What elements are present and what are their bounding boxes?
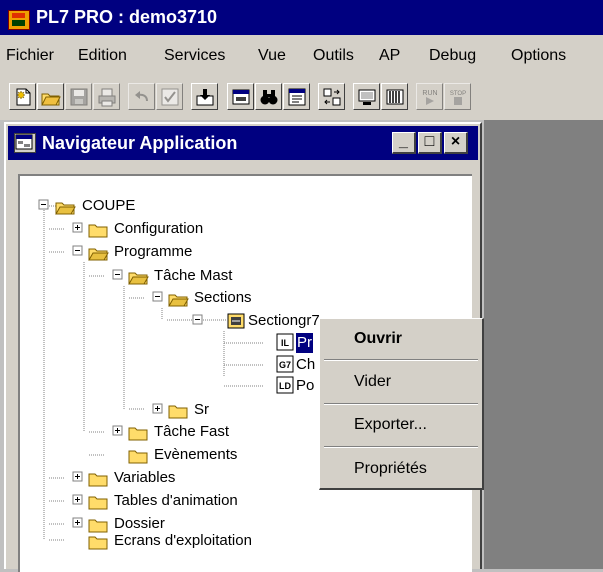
- navigator-title: Navigateur Application: [42, 133, 238, 153]
- svg-text:LD: LD: [279, 381, 291, 391]
- folder-icon: [88, 224, 108, 238]
- menu-services[interactable]: Services: [164, 47, 225, 65]
- context-menu-clear[interactable]: Vider: [354, 372, 391, 392]
- binoculars-icon: [260, 90, 278, 105]
- connect-icon: [358, 89, 376, 105]
- minimize-button[interactable]: _: [392, 132, 416, 154]
- menu-separator: [324, 359, 478, 361]
- stop-label: STOP: [450, 91, 466, 97]
- tree-label-sections: Sections: [194, 289, 252, 306]
- g7-section-icon: G7: [276, 355, 294, 373]
- menu-vue[interactable]: Vue: [258, 47, 286, 65]
- menu-separator: [324, 446, 478, 448]
- menu-edition[interactable]: Edition: [78, 47, 127, 65]
- tree-label-sr: Sr: [194, 401, 209, 418]
- context-menu: Ouvrir Vider Exporter... Propriétés: [319, 318, 484, 490]
- menu-debug[interactable]: Debug: [429, 47, 476, 65]
- toolbar: RUN STOP: [0, 75, 603, 120]
- tree-label-programme: Programme: [114, 243, 193, 260]
- menu-separator: [324, 403, 478, 405]
- menu-fichier[interactable]: Fichier: [6, 47, 54, 65]
- navigator-icon: [14, 133, 36, 153]
- menu-outils[interactable]: Outils: [313, 47, 354, 65]
- save-disk-icon: [70, 88, 88, 106]
- run-label: RUN: [422, 90, 437, 97]
- run-button[interactable]: RUN: [416, 83, 443, 110]
- open-folder-icon: [41, 93, 61, 106]
- tree-label-prl: Pr: [296, 333, 313, 353]
- tree-label-tache-fast: Tâche Fast: [154, 423, 230, 440]
- tree-label-variables: Variables: [114, 469, 176, 486]
- navigator-title-bar[interactable]: Navigateur Application _ □ ×: [8, 126, 478, 160]
- folder-icon: [128, 427, 148, 441]
- close-button[interactable]: ×: [444, 132, 468, 154]
- run-icon: RUN: [422, 90, 438, 105]
- tree-label-ecrans: Ecrans d'exploitation: [114, 532, 252, 549]
- stop-icon: STOP: [450, 91, 466, 105]
- transfer-icon: [323, 88, 341, 106]
- folder-icon: [128, 450, 148, 464]
- il-section-icon: IL: [276, 333, 294, 351]
- print-button[interactable]: [93, 83, 120, 110]
- context-menu-open[interactable]: Ouvrir: [354, 329, 402, 349]
- window-button[interactable]: [227, 83, 254, 110]
- connect-button[interactable]: [353, 83, 380, 110]
- tree-label-coupe: COUPE: [82, 197, 136, 214]
- tree-label-tache-mast: Tâche Mast: [154, 267, 233, 284]
- memory-button[interactable]: [381, 83, 408, 110]
- ld-section-icon: LD: [276, 376, 294, 394]
- transfer-button[interactable]: [318, 83, 345, 110]
- validate-button[interactable]: [156, 83, 183, 110]
- folder-icon: [88, 473, 108, 487]
- tree-label-chart: Ch: [296, 356, 316, 373]
- undo-icon: [135, 91, 148, 102]
- tree-label-evenements: Evènements: [154, 446, 238, 463]
- open-button[interactable]: [37, 83, 64, 110]
- import-export-icon: [196, 89, 214, 106]
- print-icon: [98, 88, 116, 107]
- menu-options[interactable]: Options: [511, 47, 566, 65]
- application-browser-button[interactable]: [283, 83, 310, 110]
- import-export-button[interactable]: [191, 83, 218, 110]
- svg-text:G7: G7: [279, 360, 291, 370]
- new-document-icon: [16, 88, 31, 106]
- application-browser-icon: [288, 88, 306, 106]
- stop-button[interactable]: STOP: [444, 83, 471, 110]
- tree-label-configuration: Configuration: [114, 220, 204, 237]
- context-menu-export[interactable]: Exporter...: [354, 415, 427, 435]
- new-document-button[interactable]: [9, 83, 36, 110]
- validate-check-icon: [161, 88, 179, 106]
- maximize-button[interactable]: □: [418, 132, 442, 154]
- tree-label-tables-animation: Tables d'animation: [114, 492, 238, 509]
- app-title: PL7 PRO : demo3710: [36, 7, 218, 27]
- tree-label-sectiongr7: Sectiongr7: [248, 312, 320, 329]
- pl7-app-icon[interactable]: [8, 10, 30, 30]
- memory-icon: [386, 89, 404, 105]
- menu-bar: Fichier Edition Services Vue Outils AP D…: [0, 35, 603, 75]
- window-icon: [232, 89, 250, 105]
- folder-icon: [168, 405, 188, 419]
- mdi-desktop: [484, 120, 603, 569]
- undo-button[interactable]: [128, 83, 155, 110]
- svg-text:IL: IL: [281, 338, 290, 348]
- app-title-bar[interactable]: PL7 PRO : demo3710: [0, 0, 603, 35]
- folder-icon: [88, 496, 108, 510]
- save-button[interactable]: [65, 83, 92, 110]
- menu-ap[interactable]: AP: [379, 47, 400, 65]
- tree-label-post: Po: [296, 377, 315, 394]
- folder-icon: [88, 536, 108, 550]
- context-menu-properties[interactable]: Propriétés: [354, 459, 427, 479]
- search-button[interactable]: [255, 83, 282, 110]
